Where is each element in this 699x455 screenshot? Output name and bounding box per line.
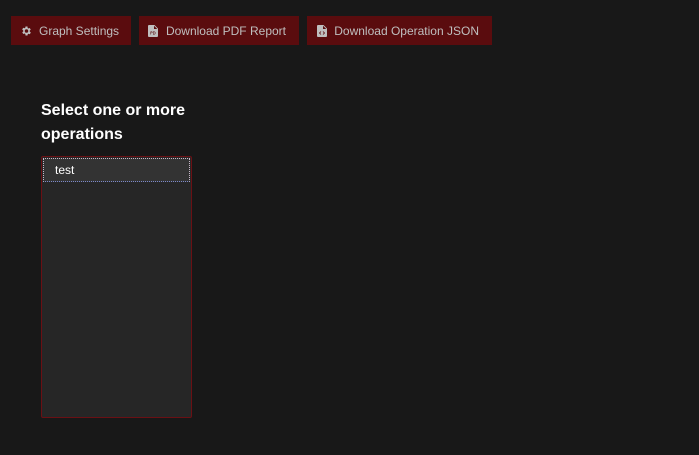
pdf-file-icon (148, 24, 159, 37)
toolbar: Graph Settings Download PDF Report Downl… (11, 16, 492, 45)
operations-section: Select one or more operations (41, 99, 221, 147)
download-pdf-report-button[interactable]: Download PDF Report (139, 16, 299, 45)
graph-settings-label: Graph Settings (39, 23, 120, 38)
download-pdf-report-label: Download PDF Report (165, 23, 286, 38)
operations-listbox[interactable]: test (41, 156, 192, 418)
graph-settings-button[interactable]: Graph Settings (11, 16, 131, 45)
gear-icon (20, 25, 32, 37)
download-operation-json-label: Download Operation JSON (334, 23, 479, 38)
operation-option[interactable]: test (43, 158, 190, 182)
operations-title: Select one or more operations (41, 102, 186, 143)
download-operation-json-button[interactable]: Download Operation JSON (307, 16, 492, 45)
code-file-icon (316, 24, 327, 37)
